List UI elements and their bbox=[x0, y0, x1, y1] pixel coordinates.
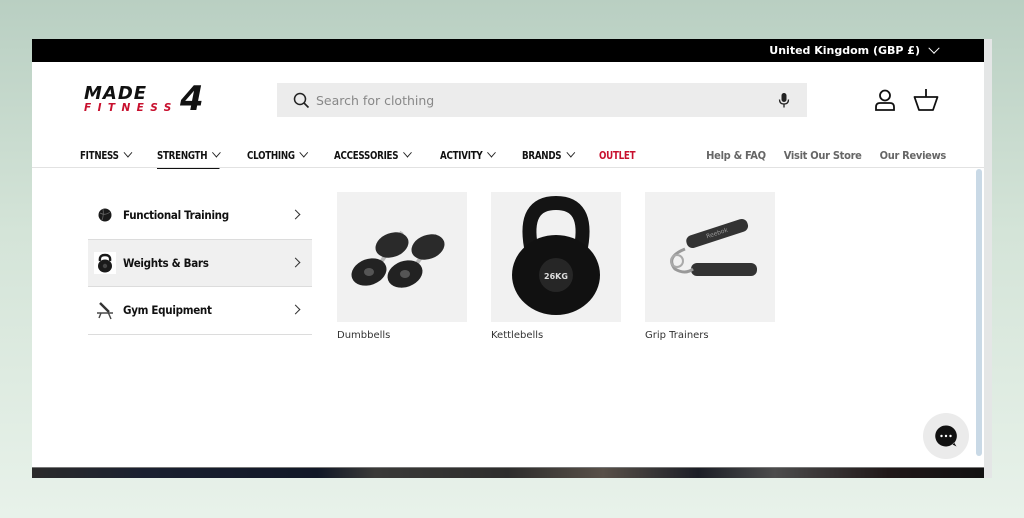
chevron-down-icon bbox=[928, 42, 940, 54]
dumbbells-image bbox=[337, 192, 467, 322]
region-selector-label: United Kingdom (GBP £) bbox=[769, 44, 920, 57]
account-icon[interactable] bbox=[873, 88, 897, 112]
category-weights-bars[interactable]: Weights & Bars bbox=[88, 239, 312, 287]
nav-item-activity[interactable]: ACTIVITY bbox=[440, 143, 497, 167]
help-faq-link[interactable]: Help & FAQ bbox=[706, 149, 766, 162]
microphone-icon[interactable] bbox=[778, 92, 790, 109]
chevron-down-icon bbox=[565, 147, 575, 158]
product-card-grip-trainers[interactable]: Reebok Grip Trainers bbox=[645, 192, 775, 341]
chevron-down-icon bbox=[487, 147, 497, 158]
window-edge bbox=[984, 39, 992, 478]
mega-menu-categories: Functional Training Weights & Bars Gym E… bbox=[88, 192, 312, 335]
main-nav: FITNESS STRENGTH CLOTHING ACCESSORIES AC… bbox=[80, 143, 659, 169]
nav-item-label: STRENGTH bbox=[156, 148, 208, 162]
chevron-down-icon bbox=[123, 147, 133, 158]
chevron-down-icon bbox=[212, 147, 221, 158]
product-card-kettlebells[interactable]: 26KG Kettlebells bbox=[491, 192, 621, 341]
category-label: Weights & Bars bbox=[123, 255, 209, 270]
logo-fitness: FITNESS bbox=[84, 102, 178, 114]
nav-item-label: BRANDS bbox=[521, 148, 562, 162]
search-bar bbox=[277, 83, 807, 117]
chevron-down-icon bbox=[403, 147, 413, 158]
nav-item-strength[interactable]: STRENGTH bbox=[156, 143, 221, 169]
site-logo[interactable]: MADE FITNESS 4 bbox=[84, 79, 216, 119]
nav-item-label: ACCESSORIES bbox=[334, 148, 399, 162]
category-label: Functional Training bbox=[123, 208, 229, 223]
category-gym-equipment[interactable]: Gym Equipment bbox=[88, 287, 312, 335]
medicine-ball-icon bbox=[94, 204, 116, 226]
logo-number: 4 bbox=[179, 82, 204, 114]
kettlebell-weight-label: 26KG bbox=[544, 272, 568, 281]
nav-item-brands[interactable]: BRANDS bbox=[521, 143, 575, 167]
chevron-right-icon bbox=[290, 209, 301, 220]
nav-item-label: FITNESS bbox=[80, 148, 119, 162]
category-functional-training[interactable]: Functional Training bbox=[88, 192, 312, 240]
mega-menu-products: Dumbbells 26KG Kettlebells Reebok Grip T… bbox=[337, 192, 775, 341]
basket-icon[interactable] bbox=[913, 88, 939, 112]
region-selector[interactable]: United Kingdom (GBP £) bbox=[769, 42, 940, 57]
browser-page: United Kingdom (GBP £) MADE FITNESS 4 Se… bbox=[32, 39, 992, 478]
grip-trainer-image: Reebok bbox=[645, 192, 775, 322]
kettlebell-image: 26KG bbox=[491, 192, 621, 322]
nav-item-label: CLOTHING bbox=[247, 148, 295, 162]
nav-item-accessories[interactable]: ACCESSORIES bbox=[334, 143, 413, 167]
page-scrollbar[interactable] bbox=[976, 169, 982, 456]
reviews-link[interactable]: Our Reviews bbox=[880, 149, 947, 162]
hero-image-strip bbox=[32, 467, 984, 478]
nav-divider bbox=[32, 167, 984, 168]
chevron-right-icon bbox=[290, 304, 301, 315]
kettlebell-icon bbox=[94, 251, 116, 274]
bench-icon bbox=[94, 299, 116, 321]
nav-item-label: OUTLET bbox=[599, 148, 636, 162]
secondary-nav: Help & FAQ Visit Our Store Our Reviews bbox=[706, 143, 946, 167]
chat-bubble-icon bbox=[935, 425, 957, 447]
chat-button[interactable] bbox=[923, 413, 969, 459]
product-card-label: Grip Trainers bbox=[645, 330, 709, 341]
nav-item-clothing[interactable]: CLOTHING bbox=[247, 143, 309, 167]
product-card-dumbbells[interactable]: Dumbbells bbox=[337, 192, 467, 341]
search-icon[interactable] bbox=[293, 92, 310, 109]
nav-item-fitness[interactable]: FITNESS bbox=[80, 143, 133, 167]
product-card-label: Dumbbells bbox=[337, 330, 391, 341]
chevron-right-icon bbox=[290, 257, 301, 267]
search-input[interactable] bbox=[316, 92, 756, 108]
logo-made: MADE bbox=[84, 83, 147, 104]
product-card-label: Kettlebells bbox=[491, 330, 544, 341]
header-actions bbox=[873, 88, 939, 112]
chevron-down-icon bbox=[299, 147, 309, 158]
nav-item-outlet[interactable]: OUTLET bbox=[599, 143, 636, 167]
category-label: Gym Equipment bbox=[123, 303, 212, 318]
visit-store-link[interactable]: Visit Our Store bbox=[784, 149, 862, 162]
nav-item-label: ACTIVITY bbox=[440, 148, 483, 162]
announcement-bar: United Kingdom (GBP £) bbox=[32, 39, 984, 62]
